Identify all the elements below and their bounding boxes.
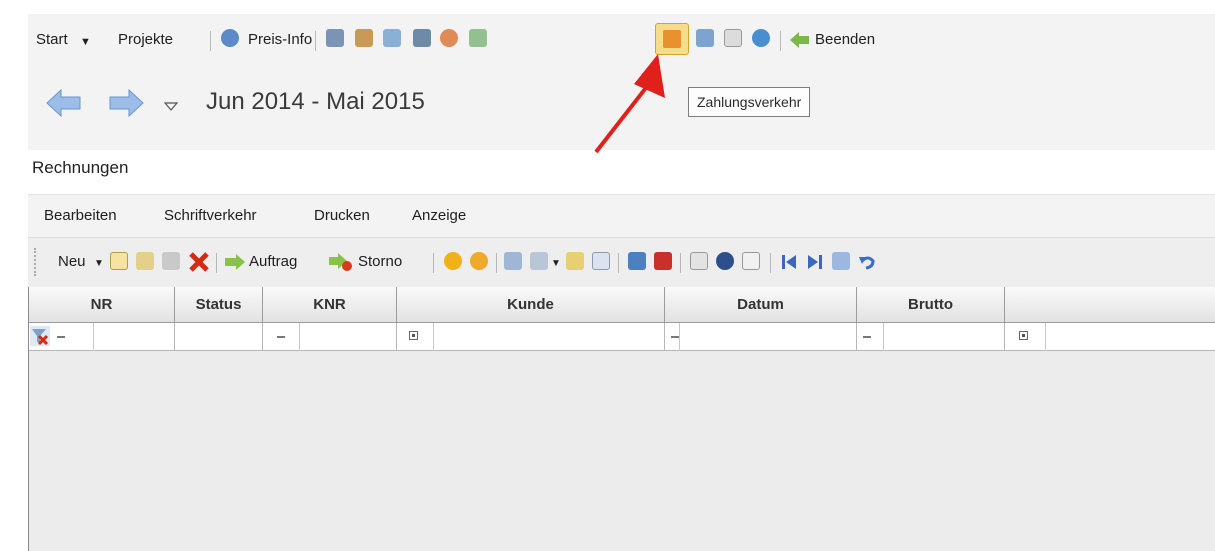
mail-icon[interactable] (383, 29, 401, 47)
column-header-nr[interactable]: NR (29, 287, 175, 323)
word-export-icon[interactable] (628, 252, 646, 270)
filter-operator-icon[interactable] (409, 331, 418, 340)
red-annotation-arrow (594, 54, 665, 154)
calendar-icon[interactable] (696, 29, 714, 47)
menu-schriftverkehr[interactable]: Schriftverkehr (164, 207, 257, 224)
menu-preis-info[interactable]: Preis-Info (248, 31, 312, 49)
edit-icon[interactable] (136, 252, 154, 270)
column-header-kunde[interactable]: Kunde (397, 287, 665, 323)
menu-bar: Bearbeiten Schriftverkehr Drucken Anzeig… (28, 194, 1215, 237)
info-icon (221, 29, 239, 47)
refresh-icon[interactable] (752, 29, 770, 47)
cell-divider (93, 323, 94, 351)
invoice-grid: NR Status KNR Kunde Datum Brutto (28, 287, 1215, 551)
filter-operator-icon[interactable] (57, 336, 65, 338)
tooltip: Zahlungsverkehr (688, 87, 811, 117)
column-header-empty (1005, 287, 1215, 323)
menu-start[interactable]: Start (36, 31, 68, 49)
column-header-status[interactable]: Status (175, 287, 263, 323)
grip-handle[interactable] (34, 248, 38, 276)
folder-icon[interactable] (504, 252, 522, 270)
menu-anzeige[interactable]: Anzeige (412, 207, 466, 224)
order-arrow-icon[interactable] (224, 253, 246, 271)
filter-knr[interactable] (263, 323, 397, 351)
chevron-down-icon[interactable]: ▼ (80, 33, 91, 51)
filter-operator-icon[interactable] (671, 336, 679, 338)
filter-brutto[interactable] (857, 323, 1005, 351)
chevron-down-icon[interactable]: ▼ (94, 255, 104, 273)
column-header-datum[interactable]: Datum (665, 287, 857, 323)
order-button[interactable]: Auftrag (249, 253, 297, 271)
filter-kunde[interactable] (397, 323, 665, 351)
cancel-arrow-icon[interactable] (328, 252, 354, 272)
filter-extra[interactable] (1005, 323, 1215, 351)
clear-filter-icon[interactable] (30, 326, 50, 346)
menu-projekte[interactable]: Projekte (118, 31, 173, 49)
chevron-down-icon[interactable]: ▼ (551, 255, 561, 273)
separator (780, 31, 781, 51)
cell-divider (883, 323, 884, 351)
separator (433, 253, 434, 273)
delete-icon[interactable] (188, 251, 210, 273)
filter-operator-icon[interactable] (277, 336, 285, 338)
undo-icon[interactable] (858, 253, 876, 271)
coin-icon[interactable] (444, 252, 462, 270)
filter-operator-icon[interactable] (863, 336, 871, 338)
cell-divider (679, 323, 680, 351)
filter-datum[interactable] (665, 323, 857, 351)
email-icon[interactable] (690, 252, 708, 270)
copy-icon[interactable] (162, 252, 180, 270)
payment-icon (663, 30, 681, 48)
pie-chart-icon[interactable] (440, 29, 458, 47)
cell-divider (1045, 323, 1046, 351)
page-icon[interactable] (742, 252, 760, 270)
separator (770, 253, 771, 273)
filter-status[interactable] (175, 323, 263, 351)
arrow-right-icon[interactable] (108, 88, 144, 118)
new-button[interactable]: Neu (58, 253, 86, 271)
share-icon[interactable] (530, 252, 548, 270)
cell-divider (299, 323, 300, 351)
column-header-brutto[interactable]: Brutto (857, 287, 1005, 323)
document-icon[interactable] (413, 29, 431, 47)
preview-icon[interactable] (592, 252, 610, 270)
filter-operator-icon[interactable] (1019, 331, 1028, 340)
address-book-icon[interactable] (326, 29, 344, 47)
coin-check-icon[interactable] (470, 252, 488, 270)
new-document-icon[interactable] (110, 252, 128, 270)
cell-divider (433, 323, 434, 351)
statistics-icon[interactable] (469, 29, 487, 47)
storno-button[interactable]: Storno (358, 253, 402, 271)
separator (496, 253, 497, 273)
dropdown-triangle-icon[interactable] (164, 101, 178, 111)
pdf-export-icon[interactable] (654, 252, 672, 270)
envelope-icon[interactable] (724, 29, 742, 47)
section-title: Rechnungen (32, 158, 129, 177)
separator (216, 253, 217, 273)
menu-drucken[interactable]: Drucken (314, 207, 370, 224)
first-record-icon[interactable] (780, 253, 798, 271)
filter-nr[interactable] (29, 323, 175, 351)
menu-beenden[interactable]: Beenden (815, 31, 875, 49)
arrow-left-icon[interactable] (46, 88, 82, 118)
column-header-knr[interactable]: KNR (263, 287, 397, 323)
insert-rows-icon[interactable] (832, 252, 850, 270)
menu-bearbeiten[interactable]: Bearbeiten (44, 207, 117, 224)
date-range-label: Jun 2014 - Mai 2015 (206, 88, 425, 115)
separator (680, 253, 681, 273)
globe-icon[interactable] (716, 252, 734, 270)
invoice-toolbar: Neu ▼ Auftrag Storno ▼ (28, 237, 1215, 289)
last-record-icon[interactable] (806, 253, 824, 271)
articles-icon[interactable] (355, 29, 373, 47)
separator (210, 31, 211, 51)
notes-icon[interactable] (566, 252, 584, 270)
exit-arrow-icon[interactable] (790, 31, 810, 49)
separator (315, 31, 316, 51)
separator (618, 253, 619, 273)
